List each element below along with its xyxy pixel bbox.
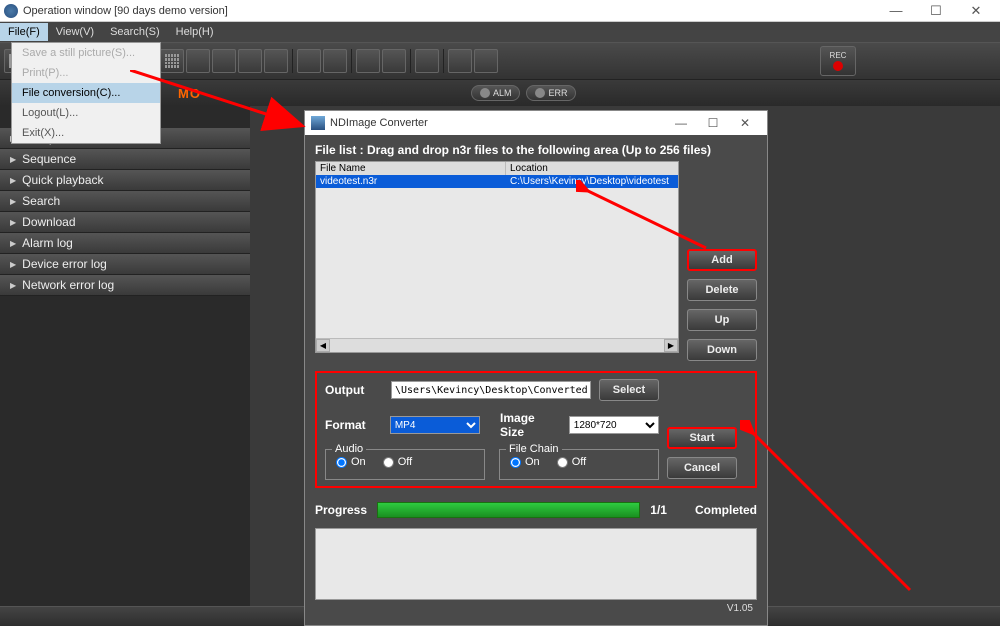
- dialog-window-controls: — ☐ ✕: [665, 113, 761, 133]
- file-dropdown: Save a still picture(S)... Print(P)... F…: [11, 42, 161, 144]
- chain-on-radio[interactable]: On: [510, 456, 540, 468]
- menu-save-picture: Save a still picture(S)...: [12, 43, 160, 63]
- layout-button-7[interactable]: [160, 49, 184, 73]
- chain-off-radio[interactable]: Off: [557, 456, 586, 468]
- menu-file[interactable]: File(F): [0, 23, 48, 41]
- main-title: Operation window [90 days demo version]: [23, 5, 228, 17]
- progress-status: Completed: [695, 503, 757, 517]
- tool-button-g[interactable]: [474, 49, 498, 73]
- dialog-app-icon: [311, 116, 325, 130]
- progress-label: Progress: [315, 503, 367, 517]
- progress-bar: [377, 502, 640, 518]
- err-indicator[interactable]: ERR: [526, 85, 576, 101]
- menu-search[interactable]: Search(S): [102, 23, 168, 41]
- sidebar-item-sequence[interactable]: Sequence: [0, 149, 250, 170]
- layout-button-10[interactable]: [238, 49, 262, 73]
- output-path-input[interactable]: [391, 381, 591, 399]
- menu-print: Print(P)...: [12, 63, 160, 83]
- file-list[interactable]: File Name Location videotest.n3r C:\User…: [315, 161, 679, 353]
- layout-button-8[interactable]: [186, 49, 210, 73]
- sidebar-item-download[interactable]: Download: [0, 212, 250, 233]
- version-label: V1.05: [727, 603, 753, 614]
- dialog-title: NDImage Converter: [330, 117, 428, 129]
- sidebar-item-search[interactable]: Search: [0, 191, 250, 212]
- sidebar-item-device-error-log[interactable]: Device error log: [0, 254, 250, 275]
- dialog-minimize-button[interactable]: —: [665, 113, 697, 133]
- audio-off-radio[interactable]: Off: [383, 456, 412, 468]
- audio-on-radio[interactable]: On: [336, 456, 366, 468]
- dialog-maximize-button[interactable]: ☐: [697, 113, 729, 133]
- cell-location: C:\Users\Kevincy\Desktop\videotest: [506, 175, 678, 188]
- output-label: Output: [325, 383, 383, 397]
- main-titlebar: Operation window [90 days demo version] …: [0, 0, 1000, 22]
- scroll-left-icon: ◀: [316, 339, 330, 352]
- menu-logout[interactable]: Logout(L)...: [12, 103, 160, 123]
- app-icon: [4, 4, 18, 18]
- horizontal-scrollbar[interactable]: ◀ ▶: [316, 338, 678, 352]
- format-select[interactable]: MP4: [390, 416, 480, 434]
- file-list-header: File Name Location: [316, 162, 678, 175]
- tool-button-f[interactable]: [448, 49, 472, 73]
- cell-filename: videotest.n3r: [316, 175, 506, 188]
- size-label: Image Size: [500, 411, 561, 439]
- sidebar-item-network-error-log[interactable]: Network error log: [0, 275, 250, 296]
- close-button[interactable]: ✕: [956, 1, 996, 21]
- rec-button[interactable]: REC: [820, 46, 856, 76]
- layout-button-11[interactable]: [264, 49, 288, 73]
- audio-fieldset: Audio On Off: [325, 449, 485, 480]
- delete-button[interactable]: Delete: [687, 279, 757, 301]
- tool-button-d[interactable]: [382, 49, 406, 73]
- chain-legend: File Chain: [506, 443, 562, 455]
- window-controls: — ☐ ✕: [876, 1, 996, 21]
- audio-legend: Audio: [332, 443, 366, 455]
- format-label: Format: [325, 418, 382, 432]
- dialog-titlebar: NDImage Converter — ☐ ✕: [305, 111, 767, 135]
- menu-exit[interactable]: Exit(X)...: [12, 123, 160, 143]
- log-output: [315, 528, 757, 600]
- col-filename: File Name: [316, 162, 506, 175]
- minimize-button[interactable]: —: [876, 1, 916, 21]
- select-button[interactable]: Select: [599, 379, 659, 401]
- up-button[interactable]: Up: [687, 309, 757, 331]
- col-location: Location: [506, 162, 678, 175]
- start-button[interactable]: Start: [667, 427, 737, 449]
- logo-text: MO: [178, 86, 201, 101]
- scroll-right-icon: ▶: [664, 339, 678, 352]
- dialog-close-button[interactable]: ✕: [729, 113, 761, 133]
- menu-file-conversion[interactable]: File conversion(C)...: [12, 83, 160, 103]
- progress-count: 1/1: [650, 503, 667, 517]
- alm-indicator[interactable]: ALM: [471, 85, 521, 101]
- menubar: File(F) View(V) Search(S) Help(H): [0, 22, 1000, 42]
- sidebar-item-alarm-log[interactable]: Alarm log: [0, 233, 250, 254]
- down-button[interactable]: Down: [687, 339, 757, 361]
- file-list-row[interactable]: videotest.n3r C:\Users\Kevincy\Desktop\v…: [316, 175, 678, 188]
- cancel-button[interactable]: Cancel: [667, 457, 737, 479]
- maximize-button[interactable]: ☐: [916, 1, 956, 21]
- image-size-select[interactable]: 1280*720: [569, 416, 659, 434]
- tool-button-c[interactable]: [356, 49, 380, 73]
- sidebar-item-quick-playback[interactable]: Quick playback: [0, 170, 250, 191]
- tool-button-e[interactable]: [415, 49, 439, 73]
- tool-button-b[interactable]: [323, 49, 347, 73]
- menu-help[interactable]: Help(H): [168, 23, 222, 41]
- chain-fieldset: File Chain On Off: [499, 449, 659, 480]
- layout-button-9[interactable]: [212, 49, 236, 73]
- filelist-instructions: File list : Drag and drop n3r files to t…: [315, 143, 757, 157]
- converter-dialog: NDImage Converter — ☐ ✕ File list : Drag…: [304, 110, 768, 626]
- menu-view[interactable]: View(V): [48, 23, 102, 41]
- add-button[interactable]: Add: [687, 249, 757, 271]
- tool-button-a[interactable]: [297, 49, 321, 73]
